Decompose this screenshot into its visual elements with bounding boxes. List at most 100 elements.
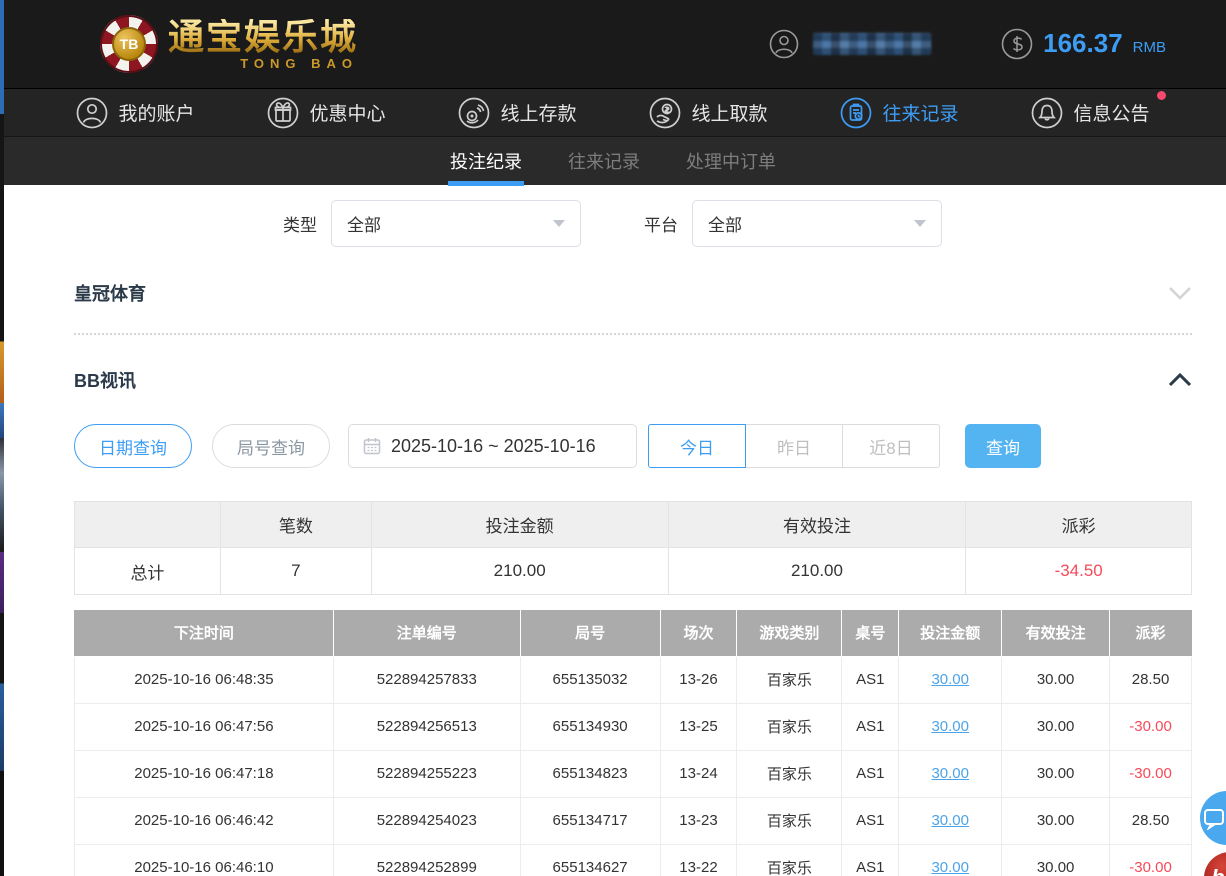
top-header: TB 通宝娱乐城 TONG BAO 166.37 RMB (0, 0, 1226, 88)
balance-amount: 166.37 (1043, 28, 1123, 59)
type-select-value: 全部 (347, 211, 381, 236)
table-row: 2025-10-16 06:46:10 522894252899 6551346… (75, 844, 1192, 876)
order-no-cell: 522894257833 (333, 656, 520, 703)
session-cell: 13-23 (660, 797, 737, 844)
chevron-up-icon[interactable] (1168, 373, 1192, 387)
nav-item-my-account[interactable]: 我的账户 (76, 97, 194, 129)
payout-cell: 28.50 (1110, 656, 1192, 703)
tab-pending-orders[interactable]: 处理中订单 (684, 137, 778, 186)
balance-currency: RMB (1133, 39, 1166, 56)
bet-time-cell: 2025-10-16 06:46:42 (75, 797, 334, 844)
bet-amount-link[interactable]: 30.00 (931, 765, 969, 782)
summary-total-label: 总计 (75, 548, 221, 595)
round-no-cell: 655134823 (520, 750, 660, 797)
summary-header-bet-amount: 投注金额 (371, 502, 668, 548)
bet-time-cell: 2025-10-16 06:46:10 (75, 844, 334, 876)
balance[interactable]: 166.37 RMB (1001, 28, 1166, 60)
payout-cell: -30.00 (1110, 844, 1192, 876)
bet-amount-link[interactable]: 30.00 (931, 718, 969, 735)
bet-amount-link[interactable]: 30.00 (931, 859, 969, 876)
order-no-cell: 522894254023 (333, 797, 520, 844)
round-query-button[interactable]: 局号查询 (212, 424, 330, 468)
notification-badge (1157, 91, 1166, 100)
round-no-cell: 655134717 (520, 797, 660, 844)
quick-date-group: 今日 昨日 近8日 (648, 424, 940, 468)
yesterday-button[interactable]: 昨日 (745, 424, 843, 468)
session-cell: 13-22 (660, 844, 737, 876)
valid-bet-cell: 30.00 (1002, 703, 1110, 750)
user-icon (76, 97, 108, 129)
chat-bubble-icon (1202, 806, 1226, 830)
game-type-cell: 百家乐 (737, 844, 842, 876)
type-select[interactable]: 全部 (331, 200, 581, 247)
summary-header-blank (75, 502, 221, 548)
bet-amount-cell: 30.00 (899, 844, 1002, 876)
round-no-cell: 655135032 (520, 656, 660, 703)
type-filter-label: 类型 (283, 211, 317, 236)
section-bb-video[interactable]: BB视讯 (74, 367, 1192, 393)
session-cell: 13-25 (660, 703, 737, 750)
summary-table: 笔数 投注金额 有效投注 派彩 总计 7 210.00 210.00 -34.5… (74, 501, 1192, 595)
withdraw-hand-icon (649, 97, 681, 129)
summary-payout: -34.50 (966, 548, 1192, 595)
nav-item-withdraw[interactable]: 线上取款 (649, 97, 767, 129)
bet-amount-cell: 30.00 (899, 656, 1002, 703)
bet-time-cell: 2025-10-16 06:47:18 (75, 750, 334, 797)
main-nav: 我的账户 优惠中心 线上存款 线上取款 往来记录 (0, 88, 1226, 136)
filter-row: 类型 全部 平台 全部 (283, 185, 1192, 247)
bet-amount-link[interactable]: 30.00 (931, 671, 969, 688)
date-range-input[interactable]: 2025-10-16 ~ 2025-10-16 (348, 424, 637, 468)
user-account[interactable] (769, 29, 931, 59)
table-row: 2025-10-16 06:48:35 522894257833 6551350… (75, 656, 1192, 703)
game-type-cell: 百家乐 (737, 656, 842, 703)
records-header-order-no: 注单编号 (333, 610, 520, 656)
summary-bet-amount: 210.00 (371, 548, 668, 595)
gift-icon (267, 97, 299, 129)
table-no-cell: AS1 (842, 703, 899, 750)
chevron-down-icon[interactable] (1168, 286, 1192, 300)
summary-header-count: 笔数 (220, 502, 371, 548)
bet-amount-link[interactable]: 30.00 (931, 812, 969, 829)
last-8-days-button[interactable]: 近8日 (842, 424, 940, 468)
query-toolbar: 日期查询 局号查询 2025-10-16 ~ 2025-10-16 今日 昨日 … (74, 424, 1192, 468)
records-header-time: 下注时间 (75, 610, 334, 656)
search-button[interactable]: 查询 (965, 424, 1041, 468)
payout-cell: -30.00 (1110, 703, 1192, 750)
records-header-table-no: 桌号 (842, 610, 899, 656)
platform-select[interactable]: 全部 (692, 200, 942, 247)
brand-name-cn: 通宝娱乐城 (168, 19, 358, 55)
section-crown-sports[interactable]: 皇冠体育 (74, 280, 1192, 335)
records-header-session: 场次 (660, 610, 737, 656)
today-button[interactable]: 今日 (648, 424, 746, 468)
chevron-down-icon (553, 220, 565, 227)
summary-valid-bet: 210.00 (668, 548, 966, 595)
table-row: 2025-10-16 06:47:18 522894255223 6551348… (75, 750, 1192, 797)
records-header-valid-bet: 有效投注 (1002, 610, 1110, 656)
valid-bet-cell: 30.00 (1002, 656, 1110, 703)
date-range-value: 2025-10-16 ~ 2025-10-16 (391, 436, 596, 457)
bell-icon (1031, 97, 1063, 129)
nav-item-announcements[interactable]: 信息公告 (1031, 97, 1149, 129)
sub-nav: 投注纪录 往来记录 处理中订单 (0, 136, 1226, 185)
chip-initials: TB (112, 27, 146, 61)
round-no-cell: 655134627 (520, 844, 660, 876)
records-body: 2025-10-16 06:48:35 522894257833 6551350… (75, 656, 1192, 876)
nav-item-deposit[interactable]: 线上存款 (458, 97, 576, 129)
session-cell: 13-24 (660, 750, 737, 797)
records-header-bet-amount: 投注金额 (899, 610, 1002, 656)
table-no-cell: AS1 (842, 750, 899, 797)
game-type-cell: 百家乐 (737, 750, 842, 797)
bet-time-cell: 2025-10-16 06:48:35 (75, 656, 334, 703)
nav-item-promotions[interactable]: 优惠中心 (267, 97, 385, 129)
bb-video-title: BB视讯 (74, 367, 136, 393)
tab-bet-records[interactable]: 投注纪录 (448, 137, 524, 186)
tab-transaction-records[interactable]: 往来记录 (566, 137, 642, 186)
records-header-game-type: 游戏类别 (737, 610, 842, 656)
chevron-down-icon (914, 220, 926, 227)
bet-time-cell: 2025-10-16 06:47:56 (75, 703, 334, 750)
date-query-button[interactable]: 日期查询 (74, 424, 192, 468)
nav-item-transaction-records[interactable]: 往来记录 (840, 97, 958, 129)
crown-sports-title: 皇冠体育 (74, 280, 146, 306)
table-no-cell: AS1 (842, 797, 899, 844)
brand-logo[interactable]: TB 通宝娱乐城 TONG BAO (100, 15, 358, 73)
